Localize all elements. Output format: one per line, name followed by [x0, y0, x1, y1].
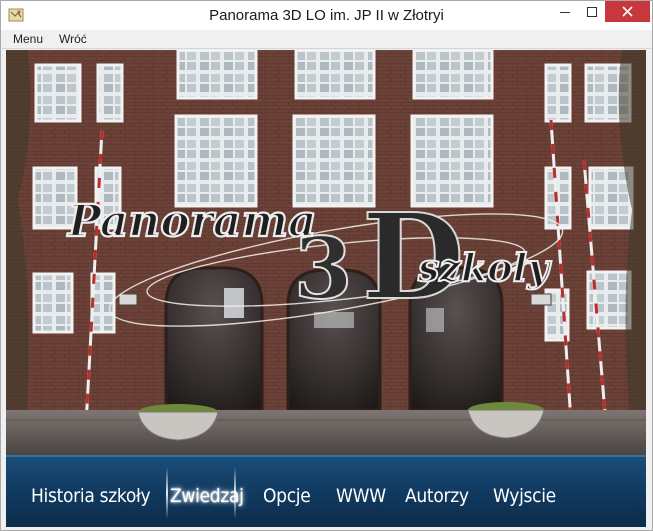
app-window: Panorama 3D LO im. JP II w Złotryi Menu …: [0, 0, 653, 531]
nav-highlight-left: [166, 467, 168, 519]
nav-authors[interactable]: Autorzy: [405, 485, 469, 507]
close-button[interactable]: [605, 1, 650, 22]
menu-item-back[interactable]: Wróć: [59, 32, 87, 46]
maximize-button[interactable]: [578, 1, 605, 22]
logo-szkoly: szkoły: [417, 245, 552, 290]
nav-explore[interactable]: Zwiedzaj: [170, 485, 244, 507]
minimize-icon: [559, 11, 570, 13]
minimize-button[interactable]: [551, 1, 578, 22]
nav-exit[interactable]: Wyjscie: [493, 485, 556, 507]
maximize-icon: [586, 6, 597, 17]
nav-options[interactable]: Opcje: [263, 485, 311, 507]
content-area: D 3 Panorama szkoły Historia szkoły Zwie…: [6, 50, 646, 527]
nav-highlight-right: [234, 467, 236, 519]
menu-bar: Menu Wróć: [2, 30, 652, 49]
title-bar[interactable]: Panorama 3D LO im. JP II w Złotryi: [1, 1, 652, 30]
nav-history[interactable]: Historia szkoły: [31, 485, 151, 507]
logo-panorama: Panorama: [66, 196, 317, 247]
nav-www[interactable]: WWW: [336, 485, 386, 507]
school-building-image: D 3 Panorama szkoły: [6, 50, 646, 455]
close-icon: [622, 6, 633, 17]
menu-item-menu[interactable]: Menu: [13, 32, 43, 46]
main-navigation: Historia szkoły Zwiedzaj Opcje WWW Autor…: [6, 455, 646, 527]
